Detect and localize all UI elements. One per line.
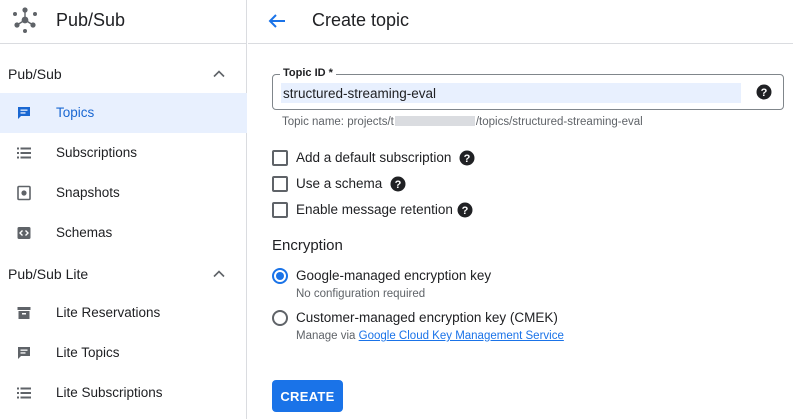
sidebar: Pub/Sub Pub/Sub Topics Subscriptions Sna…: [0, 0, 247, 419]
sidebar-item-label: Lite Subscriptions: [56, 385, 163, 400]
chevron-up-icon[interactable]: [211, 66, 227, 82]
sidebar-item-label: Lite Reservations: [56, 305, 161, 320]
cmek-description: Manage via Google Cloud Key Management S…: [296, 330, 564, 342]
default-subscription-checkbox[interactable]: [272, 150, 288, 166]
list-icon: [17, 387, 31, 399]
section-pubsub-lite[interactable]: Pub/Sub Lite: [0, 258, 247, 290]
sidebar-item-lite-topics[interactable]: Lite Topics: [0, 333, 247, 373]
help-icon[interactable]: ?: [457, 202, 473, 218]
svg-text:?: ?: [464, 153, 471, 165]
cmek-label[interactable]: Customer-managed encryption key (CMEK): [296, 310, 558, 325]
sidebar-item-topics[interactable]: Topics: [0, 93, 247, 133]
google-managed-key-label[interactable]: Google-managed encryption key: [296, 268, 491, 283]
list-icon: [17, 147, 31, 159]
sidebar-item-label: Topics: [56, 105, 95, 120]
sidebar-item-lite-subscriptions[interactable]: Lite Subscriptions: [0, 373, 247, 413]
create-button[interactable]: CREATE: [272, 380, 343, 412]
option-label: Enable message retention: [296, 202, 453, 217]
kms-link[interactable]: Google Cloud Key Management Service: [359, 330, 564, 342]
sidebar-item-snapshots[interactable]: Snapshots: [0, 173, 247, 213]
google-managed-key-radio[interactable]: [272, 268, 288, 284]
sidebar-item-label: Snapshots: [56, 185, 120, 200]
sidebar-item-subscriptions[interactable]: Subscriptions: [0, 133, 247, 173]
svg-text:?: ?: [761, 87, 768, 99]
page-header: Create topic: [248, 0, 793, 44]
help-icon[interactable]: ?: [756, 84, 772, 100]
google-managed-key-description: No configuration required: [296, 288, 426, 300]
topic-id-label: Topic ID *: [280, 67, 336, 79]
svg-text:?: ?: [462, 205, 469, 217]
chevron-up-icon[interactable]: [211, 266, 227, 282]
topics-icon: [18, 107, 30, 119]
message-retention-checkbox[interactable]: [272, 202, 288, 218]
sidebar-item-label: Subscriptions: [56, 145, 138, 160]
section-pubsub[interactable]: Pub/Sub: [0, 58, 247, 90]
help-icon[interactable]: ?: [459, 150, 475, 166]
option-label: Use a schema: [296, 176, 383, 191]
code-icon: [17, 227, 31, 239]
sidebar-item-label: Lite Topics: [56, 345, 120, 360]
use-schema-checkbox[interactable]: [272, 176, 288, 192]
topic-id-input[interactable]: [281, 83, 741, 103]
snapshot-icon: [17, 185, 31, 201]
brand-header: Pub/Sub: [0, 0, 247, 44]
reservations-icon: [17, 307, 31, 319]
topics-icon: [18, 347, 30, 359]
sidebar-item-label: Schemas: [56, 225, 113, 240]
page-title: Create topic: [312, 10, 410, 30]
svg-text:?: ?: [395, 179, 402, 191]
app-title: Pub/Sub: [56, 10, 126, 30]
redacted-project-id: [394, 116, 475, 126]
encryption-heading: Encryption: [272, 237, 343, 254]
topic-name-prefix: Topic name: projects/t: [282, 116, 394, 128]
sidebar-item-lite-reservations[interactable]: Lite Reservations: [0, 293, 247, 333]
back-arrow-icon[interactable]: [266, 10, 288, 32]
topic-name-hint: Topic name: projects/t/topics/structured…: [282, 116, 643, 128]
topic-id-field[interactable]: ?: [272, 74, 784, 110]
cmek-description-prefix: Manage via: [296, 330, 359, 342]
help-icon[interactable]: ?: [390, 176, 406, 192]
topic-name-suffix: /topics/structured-streaming-eval: [475, 116, 643, 128]
sidebar-item-schemas[interactable]: Schemas: [0, 213, 247, 253]
section-label: Pub/Sub Lite: [8, 266, 89, 282]
pubsub-logo-icon: [13, 7, 37, 33]
cmek-radio[interactable]: [272, 310, 288, 326]
section-label: Pub/Sub: [8, 66, 62, 82]
option-label: Add a default subscription: [296, 150, 452, 165]
